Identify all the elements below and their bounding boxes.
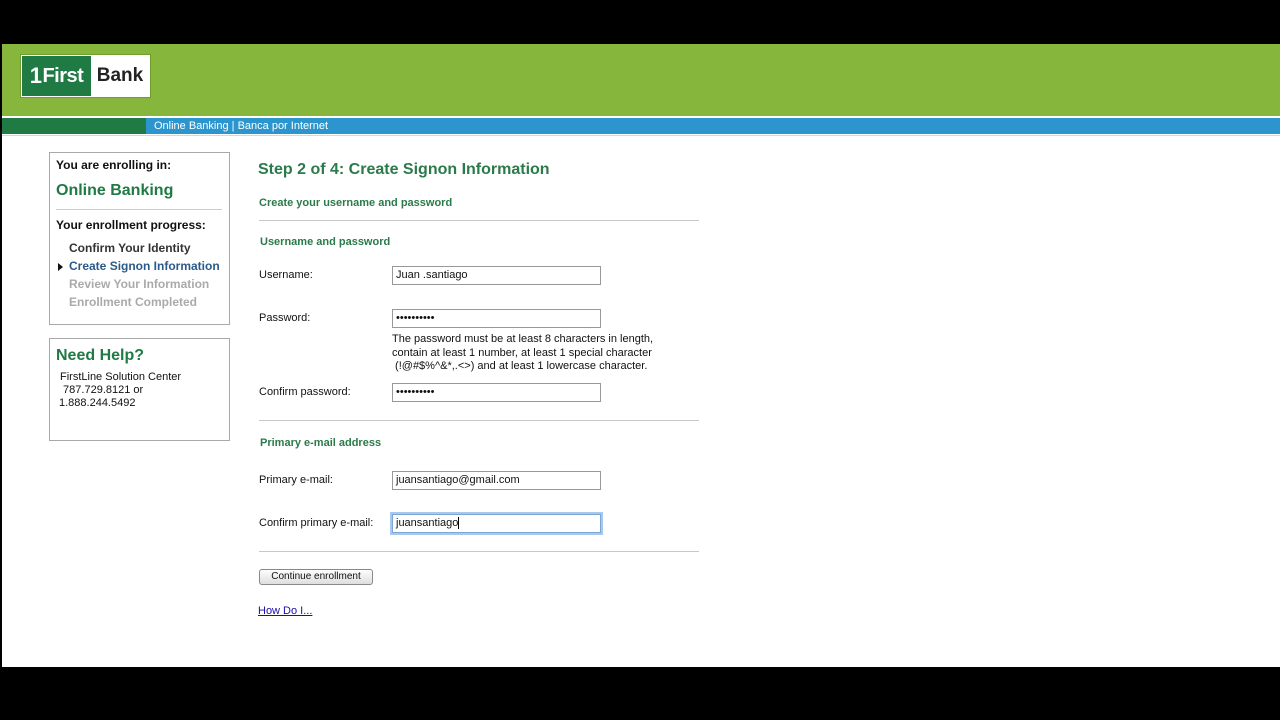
header-banner: 1 First Bank [2, 44, 1280, 116]
continue-enrollment-button[interactable]: Continue enrollment [259, 569, 373, 585]
email-input[interactable]: juansantiago@gmail.com [392, 471, 601, 490]
nav-bar-text: Online Banking | Banca por Internet [154, 120, 329, 132]
logo-first: First [42, 64, 84, 87]
enrolling-label: You are enrolling in: [56, 158, 172, 172]
username-input[interactable]: Juan .santiago [392, 266, 601, 285]
page-title: Step 2 of 4: Create Signon Information [258, 161, 550, 178]
confirm-email-label: Confirm primary e-mail: [259, 517, 374, 529]
help-title: Need Help? [56, 347, 145, 364]
text-cursor [458, 517, 460, 530]
step-confirm-identity: Confirm Your Identity [69, 241, 191, 255]
firstbank-logo[interactable]: 1 First Bank [21, 55, 150, 97]
enrolling-product: Online Banking [56, 182, 174, 199]
form-subtitle: Create your username and password [259, 197, 453, 209]
help-center-name: FirstLine Solution Center [60, 371, 182, 383]
help-phone-local: 787.729.8121 or [60, 384, 144, 396]
how-do-i-link[interactable]: How Do I... [258, 605, 312, 617]
section-credentials-heading: Username and password [260, 236, 391, 248]
section-divider [259, 551, 699, 552]
enrollment-progress-panel: You are enrolling in: Online Banking You… [49, 152, 230, 325]
password-requirements-note: The password must be at least 8 characte… [392, 333, 654, 372]
step-create-signon: Create Signon Information [69, 259, 220, 273]
help-panel: Need Help? FirstLine Solution Center 787… [49, 338, 230, 441]
header-divider [2, 135, 1280, 136]
section-email-heading: Primary e-mail address [260, 437, 382, 449]
username-label: Username: [259, 269, 313, 281]
nav-bar-accent [2, 118, 146, 134]
progress-label: Your enrollment progress: [56, 218, 206, 232]
confirm-password-input[interactable]: •••••••••• [392, 383, 601, 402]
logo-number: 1 [29, 63, 42, 88]
current-step-arrow-icon [58, 263, 63, 271]
confirm-email-value: juansantiago [396, 517, 459, 529]
step-enrollment-completed: Enrollment Completed [69, 295, 198, 309]
confirm-password-label: Confirm password: [259, 386, 351, 398]
panel-divider [56, 209, 222, 210]
nav-bar: Online Banking | Banca por Internet [2, 118, 1280, 134]
confirm-email-input[interactable]: juansantiago [392, 514, 601, 533]
help-phone-tollfree: 1.888.244.5492 [59, 397, 136, 409]
logo-bank: Bank [91, 56, 149, 96]
email-label: Primary e-mail: [259, 474, 333, 486]
password-input[interactable]: •••••••••• [392, 309, 601, 328]
section-divider [259, 220, 699, 221]
browser-page: 1 First Bank Online Banking | Banca por I… [2, 44, 1280, 667]
step-review-information: Review Your Information [69, 277, 210, 291]
section-divider [259, 420, 699, 421]
password-label: Password: [259, 312, 311, 324]
